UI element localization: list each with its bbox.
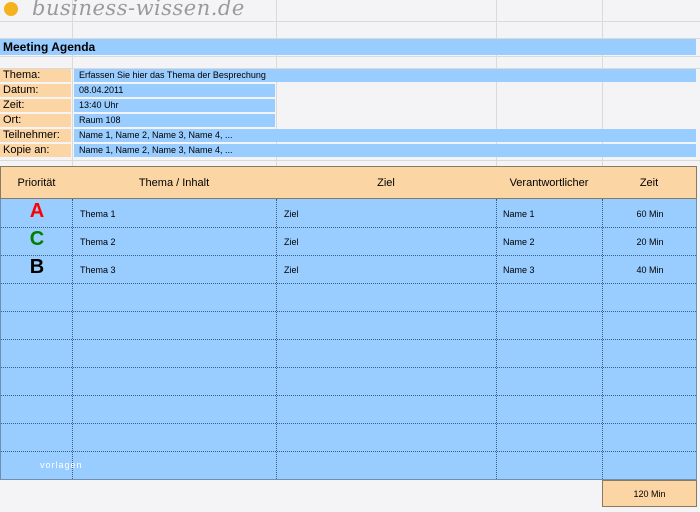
header-topic[interactable]: Thema / Inhalt [72, 166, 277, 199]
row-divider [1, 283, 696, 284]
header-owner[interactable]: Verantwortlicher [496, 166, 603, 199]
label-zeit[interactable]: Zeit: [0, 99, 71, 112]
agenda-table: Priorität Thema / Inhalt Ziel Verantwort… [0, 166, 697, 480]
label-kopie[interactable]: Kopie an: [0, 144, 71, 157]
header-time[interactable]: Zeit [602, 166, 697, 199]
owner-cell[interactable]: Name 2 [503, 237, 535, 247]
header-priority[interactable]: Priorität [0, 166, 73, 199]
grid-line [0, 21, 700, 22]
grid-line [0, 56, 700, 57]
goal-cell[interactable]: Ziel [284, 265, 299, 275]
grid-line [0, 160, 700, 161]
row-divider [1, 255, 696, 256]
row-divider [1, 311, 696, 312]
grid-line [72, 0, 73, 166]
row-divider [1, 367, 696, 368]
table-body: A Thema 1 Ziel Name 1 60 Min C Thema 2 Z… [0, 199, 697, 480]
label-thema[interactable]: Thema: [0, 69, 71, 82]
topic-cell[interactable]: Thema 1 [80, 209, 116, 219]
priority-cell[interactable]: B [1, 256, 73, 279]
goal-cell[interactable]: Ziel [284, 237, 299, 247]
row-divider [1, 227, 696, 228]
field-ort[interactable]: Raum 108 [74, 114, 275, 127]
topic-cell[interactable]: Thema 2 [80, 237, 116, 247]
row-divider [1, 395, 696, 396]
row-divider [1, 451, 696, 452]
row-divider [1, 423, 696, 424]
total-time-cell[interactable]: 120 Min [602, 480, 697, 507]
page-title[interactable]: Meeting Agenda [3, 40, 95, 54]
spreadsheet: business-wissen.de Meeting Agenda Thema:… [0, 0, 700, 512]
watermark-text: vorlagen [40, 460, 83, 470]
title-bar [0, 39, 696, 55]
owner-cell[interactable]: Name 3 [503, 265, 535, 275]
field-thema[interactable]: Erfassen Sie hier das Thema der Besprech… [74, 69, 696, 82]
goal-cell[interactable]: Ziel [284, 209, 299, 219]
label-teilnehmer[interactable]: Teilnehmer: [0, 129, 71, 142]
field-datum[interactable]: 08.04.2011 [74, 84, 275, 97]
label-datum[interactable]: Datum: [0, 84, 71, 97]
row-divider [1, 339, 696, 340]
field-zeit[interactable]: 13:40 Uhr [74, 99, 275, 112]
owner-cell[interactable]: Name 1 [503, 209, 535, 219]
field-kopie[interactable]: Name 1, Name 2, Name 3, Name 4, ... [74, 144, 696, 157]
field-teilnehmer[interactable]: Name 1, Name 2, Name 3, Name 4, ... [74, 129, 696, 142]
logo-text: business-wissen.de [32, 0, 245, 20]
priority-cell[interactable]: C [1, 228, 73, 251]
label-ort[interactable]: Ort: [0, 114, 71, 127]
logo-icon [4, 2, 18, 16]
time-cell[interactable]: 20 Min [603, 237, 697, 247]
header-goal[interactable]: Ziel [276, 166, 497, 199]
time-cell[interactable]: 60 Min [603, 209, 697, 219]
topic-cell[interactable]: Thema 3 [80, 265, 116, 275]
time-cell[interactable]: 40 Min [603, 265, 697, 275]
priority-cell[interactable]: A [1, 200, 73, 223]
